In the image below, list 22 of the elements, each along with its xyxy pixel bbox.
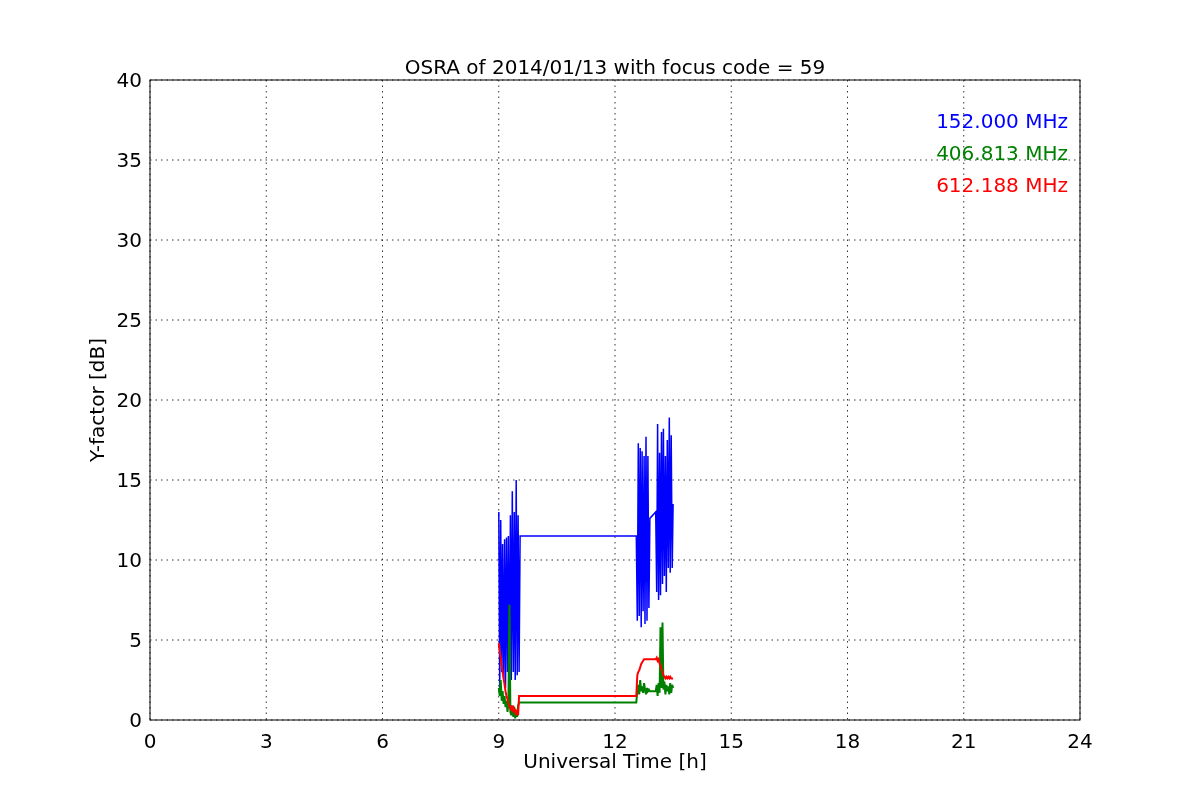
y-tick-label: 0 [129,708,142,732]
x-tick-label: 3 [259,729,273,753]
legend-label: 612.188 MHz [936,173,1068,197]
x-tick-label: 21 [951,729,977,753]
y-tick-label: 10 [116,548,142,572]
x-tick-label: 6 [376,729,389,753]
legend-label: 406.813 MHz [936,141,1068,165]
y-tick-label: 35 [116,148,142,172]
x-tick-label: 24 [1067,729,1093,753]
x-tick-label: 15 [718,729,744,753]
chart-title: OSRA of 2014/01/13 with focus code = 59 [404,55,826,79]
x-tick-label: 18 [834,729,861,753]
y-tick-label: 40 [116,68,142,92]
legend-label: 152.000 MHz [936,109,1068,133]
y-tick-label: 30 [116,228,142,252]
y-tick-label: 25 [116,308,142,332]
x-tick-label: 9 [492,729,506,753]
y-tick-label: 20 [116,388,142,412]
y-tick-label: 5 [129,628,142,652]
y-axis-label: Y-factor [dB] [85,338,109,462]
y-tick-label: 15 [116,468,142,492]
x-tick-label: 0 [143,729,157,753]
